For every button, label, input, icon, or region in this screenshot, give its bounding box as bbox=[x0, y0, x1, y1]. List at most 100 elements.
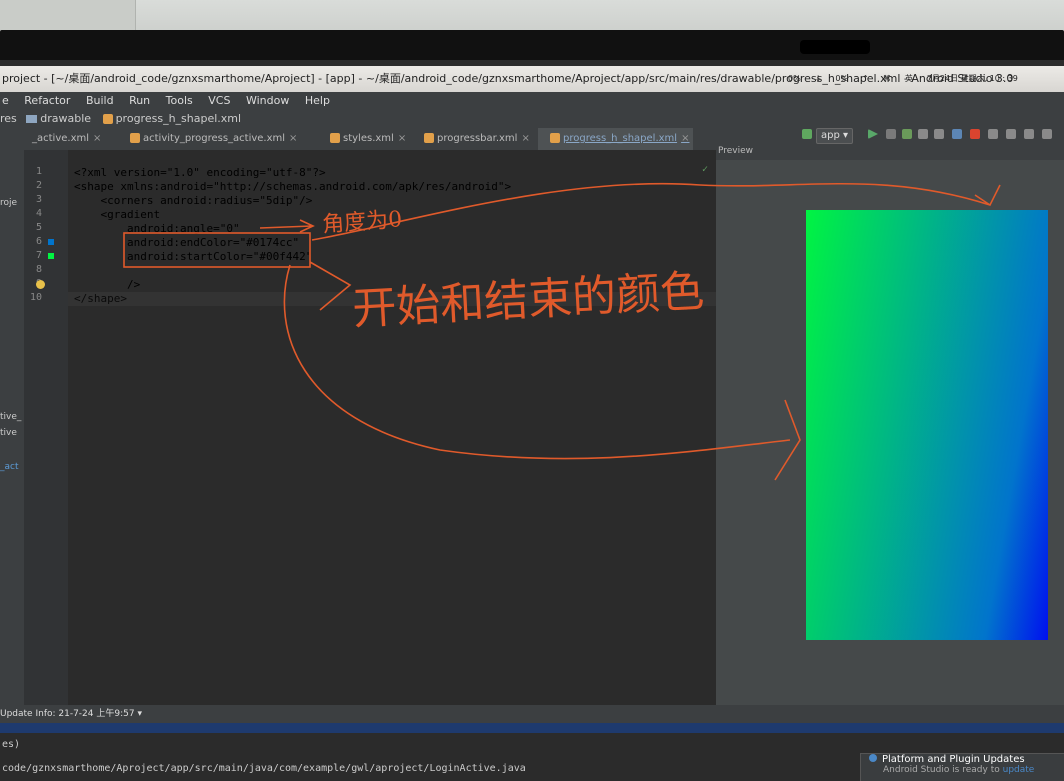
update-link[interactable]: update bbox=[1003, 765, 1035, 775]
profile-icon[interactable] bbox=[918, 129, 928, 139]
code-line[interactable]: android:angle="0" bbox=[74, 222, 240, 236]
info-icon bbox=[869, 754, 877, 762]
tab-label: progress_h_shapel.xml bbox=[563, 133, 678, 144]
xml-file-icon bbox=[424, 133, 434, 143]
line-number: 2 bbox=[35, 180, 42, 191]
net-down-rate: 0% bbox=[788, 74, 801, 83]
project-item[interactable]: tive_ bbox=[0, 412, 21, 422]
tab-progressbar[interactable]: progressbar.xml × bbox=[412, 128, 534, 150]
build-hammer-icon[interactable] bbox=[802, 129, 812, 139]
tab-styles[interactable]: styles.xml × bbox=[318, 128, 410, 150]
folder-icon bbox=[26, 115, 38, 123]
code-line[interactable]: <gradient bbox=[74, 208, 160, 222]
code-line[interactable]: android:endColor="#0174cc" bbox=[74, 236, 299, 250]
close-icon[interactable]: × bbox=[93, 133, 101, 144]
menu-window[interactable]: Window bbox=[246, 94, 289, 107]
tab-label: progressbar.xml bbox=[437, 133, 518, 144]
menu-help[interactable]: Help bbox=[305, 94, 330, 107]
command-icon[interactable]: ⌘ bbox=[883, 66, 891, 92]
window-titlebar: project - [~/桌面/android_code/gznxsmartho… bbox=[0, 66, 1064, 92]
close-icon[interactable]: × bbox=[681, 133, 689, 144]
project-label[interactable]: roje bbox=[0, 198, 17, 208]
checkmark-icon: ✓ bbox=[702, 164, 709, 175]
debug-icon[interactable] bbox=[902, 129, 912, 139]
notification-body: Android Studio is ready to update bbox=[883, 765, 1064, 775]
gradient-preview bbox=[806, 210, 1048, 640]
tab-label: activity_progress_active.xml bbox=[143, 133, 286, 144]
tab-progress-h-shapel[interactable]: progress_h_shapel.xml × bbox=[538, 128, 694, 152]
editor-tabs: _active.xml × activity_progress_active.xm… bbox=[0, 128, 716, 152]
xml-file-icon bbox=[130, 133, 140, 143]
preview-canvas bbox=[716, 160, 1064, 705]
end-color-swatch-icon[interactable] bbox=[48, 239, 54, 245]
code-line[interactable]: <corners android:radius="5dip"/> bbox=[74, 194, 312, 208]
tab-label: styles.xml bbox=[343, 133, 394, 144]
stop-icon[interactable] bbox=[970, 129, 980, 139]
tab-label: _active.xml bbox=[32, 133, 90, 144]
screen: project - [~/桌面/android_code/gznxsmartho… bbox=[0, 60, 1064, 781]
close-icon[interactable]: × bbox=[521, 133, 529, 144]
code-line[interactable]: android:startColor="#00f442" bbox=[74, 250, 312, 264]
start-color-swatch-icon[interactable] bbox=[48, 253, 54, 259]
update-notification[interactable]: Platform and Plugin Updates Android Stud… bbox=[860, 753, 1064, 781]
line-number: 5 bbox=[35, 222, 42, 233]
menu-tools[interactable]: Tools bbox=[166, 94, 193, 107]
line-number: 10 bbox=[29, 292, 42, 303]
project-item[interactable]: tive bbox=[0, 428, 17, 438]
console-line: code/gznxsmarthome/Aproject/app/src/main… bbox=[2, 763, 526, 774]
tool-window-header bbox=[0, 723, 1064, 733]
sync-icon[interactable] bbox=[988, 129, 998, 139]
project-tool-window-strip[interactable]: roje tive_ tive _act bbox=[0, 150, 24, 705]
wall-panel bbox=[0, 0, 136, 32]
status-bar: Update Info: 21-7-24 上午9:57 ▾ bbox=[0, 705, 1064, 723]
line-number: 4 bbox=[35, 208, 42, 219]
coverage-icon[interactable] bbox=[952, 129, 962, 139]
code-line[interactable]: /> bbox=[74, 278, 140, 292]
attach-debugger-icon[interactable] bbox=[934, 129, 944, 139]
breadcrumb-res[interactable]: res bbox=[0, 112, 17, 125]
preview-tab-label[interactable]: Preview bbox=[718, 146, 753, 156]
close-icon[interactable]: × bbox=[289, 133, 297, 144]
upload-icon: ↑ bbox=[862, 74, 869, 83]
menu-vcs[interactable]: VCS bbox=[208, 94, 230, 107]
monitor-webcam bbox=[800, 40, 870, 54]
line-number: 1 bbox=[35, 166, 42, 177]
lightbulb-icon[interactable] bbox=[36, 280, 45, 289]
close-icon[interactable]: × bbox=[398, 133, 406, 144]
menu-run[interactable]: Run bbox=[129, 94, 150, 107]
system-tray: 0% ↓ 0% ↑ ⌘ 英 7月24日 星期六, 10 : 39 bbox=[788, 66, 1018, 92]
run-icon[interactable] bbox=[868, 129, 878, 139]
menu-refactor[interactable]: Refactor bbox=[24, 94, 70, 107]
menu-item-cut[interactable]: e bbox=[2, 94, 9, 107]
clock[interactable]: 7月24日 星期六, 10 : 39 bbox=[927, 66, 1018, 92]
run-config-selector[interactable]: app ▾ bbox=[816, 128, 854, 144]
breadcrumb-drawable[interactable]: drawable bbox=[40, 112, 91, 125]
sdk-manager-icon[interactable] bbox=[1024, 129, 1034, 139]
project-item[interactable]: _act bbox=[0, 462, 19, 472]
menu-build[interactable]: Build bbox=[86, 94, 114, 107]
annotation-angle-note: 角度为0 bbox=[321, 207, 403, 238]
menu-bar: e Refactor Build Run Tools VCS Window He… bbox=[0, 92, 1064, 110]
code-line[interactable]: <?xml version="1.0" encoding="utf-8"?> bbox=[74, 166, 326, 180]
vcs-icon[interactable] bbox=[1042, 129, 1052, 139]
notification-title: Platform and Plugin Updates bbox=[882, 754, 1025, 765]
code-line[interactable]: <shape xmlns:android="http://schemas.and… bbox=[74, 180, 511, 194]
input-method-indicator[interactable]: 英 bbox=[905, 66, 913, 92]
main-toolbar: app ▾ bbox=[716, 120, 1064, 150]
line-number: 8 bbox=[35, 264, 42, 275]
notification-text: Android Studio is ready to bbox=[883, 765, 1000, 775]
preview-panel: Preview bbox=[716, 146, 1064, 705]
line-number: 3 bbox=[35, 194, 42, 205]
net-up-rate: 0% bbox=[835, 74, 849, 83]
avd-manager-icon[interactable] bbox=[1006, 129, 1016, 139]
console-line: es) bbox=[2, 739, 21, 750]
line-number: 7 bbox=[35, 250, 42, 261]
download-icon: ↓ bbox=[814, 74, 822, 83]
line-number: 6 bbox=[35, 236, 42, 247]
apply-changes-icon[interactable] bbox=[886, 129, 896, 139]
xml-file-icon bbox=[550, 133, 560, 143]
update-info[interactable]: Update Info: 21-7-24 上午9:57 ▾ bbox=[0, 709, 142, 719]
tab-active-xml[interactable]: _active.xml × bbox=[28, 128, 105, 150]
tab-activity-progress-active[interactable]: activity_progress_active.xml × bbox=[118, 128, 301, 150]
breadcrumb-file[interactable]: progress_h_shapel.xml bbox=[116, 112, 242, 125]
